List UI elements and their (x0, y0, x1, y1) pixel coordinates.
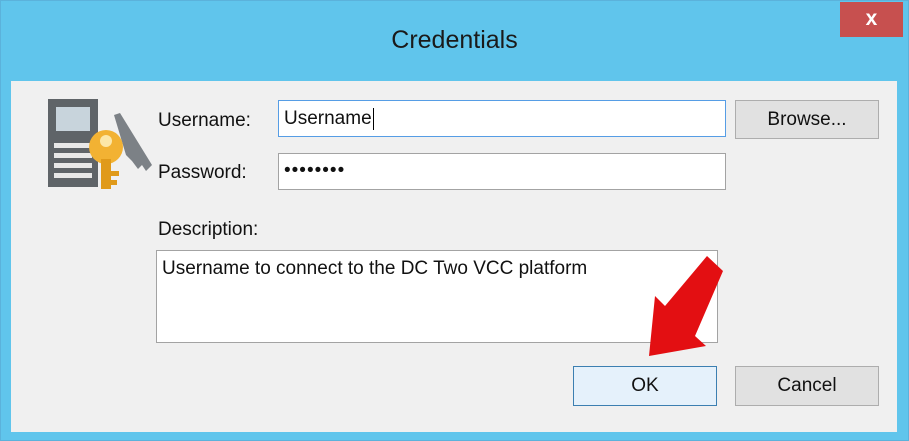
credentials-dialog: Credentials x Username: Username Browse.… (0, 0, 909, 441)
browse-button[interactable]: Browse... (735, 100, 879, 139)
username-input[interactable]: Username (278, 100, 726, 137)
password-input[interactable]: •••••••• (278, 153, 726, 190)
close-button[interactable]: x (840, 2, 903, 37)
title-bar: Credentials x (1, 1, 908, 80)
password-value: •••••••• (284, 160, 346, 181)
dialog-body: Username: Username Browse... Password: •… (11, 81, 897, 432)
username-label: Username: (158, 110, 251, 131)
window-title: Credentials (391, 26, 518, 54)
password-label: Password: (158, 162, 247, 183)
ok-button[interactable]: OK (573, 366, 717, 406)
red-arrow-icon (649, 256, 723, 356)
credentials-key-icon (48, 99, 152, 189)
text-cursor (372, 108, 374, 130)
description-value: Username to connect to the DC Two VCC pl… (162, 258, 588, 279)
description-textarea[interactable]: Username to connect to the DC Two VCC pl… (156, 250, 718, 343)
username-value: Username (284, 108, 372, 130)
description-label: Description: (158, 219, 259, 240)
cancel-button[interactable]: Cancel (735, 366, 879, 406)
